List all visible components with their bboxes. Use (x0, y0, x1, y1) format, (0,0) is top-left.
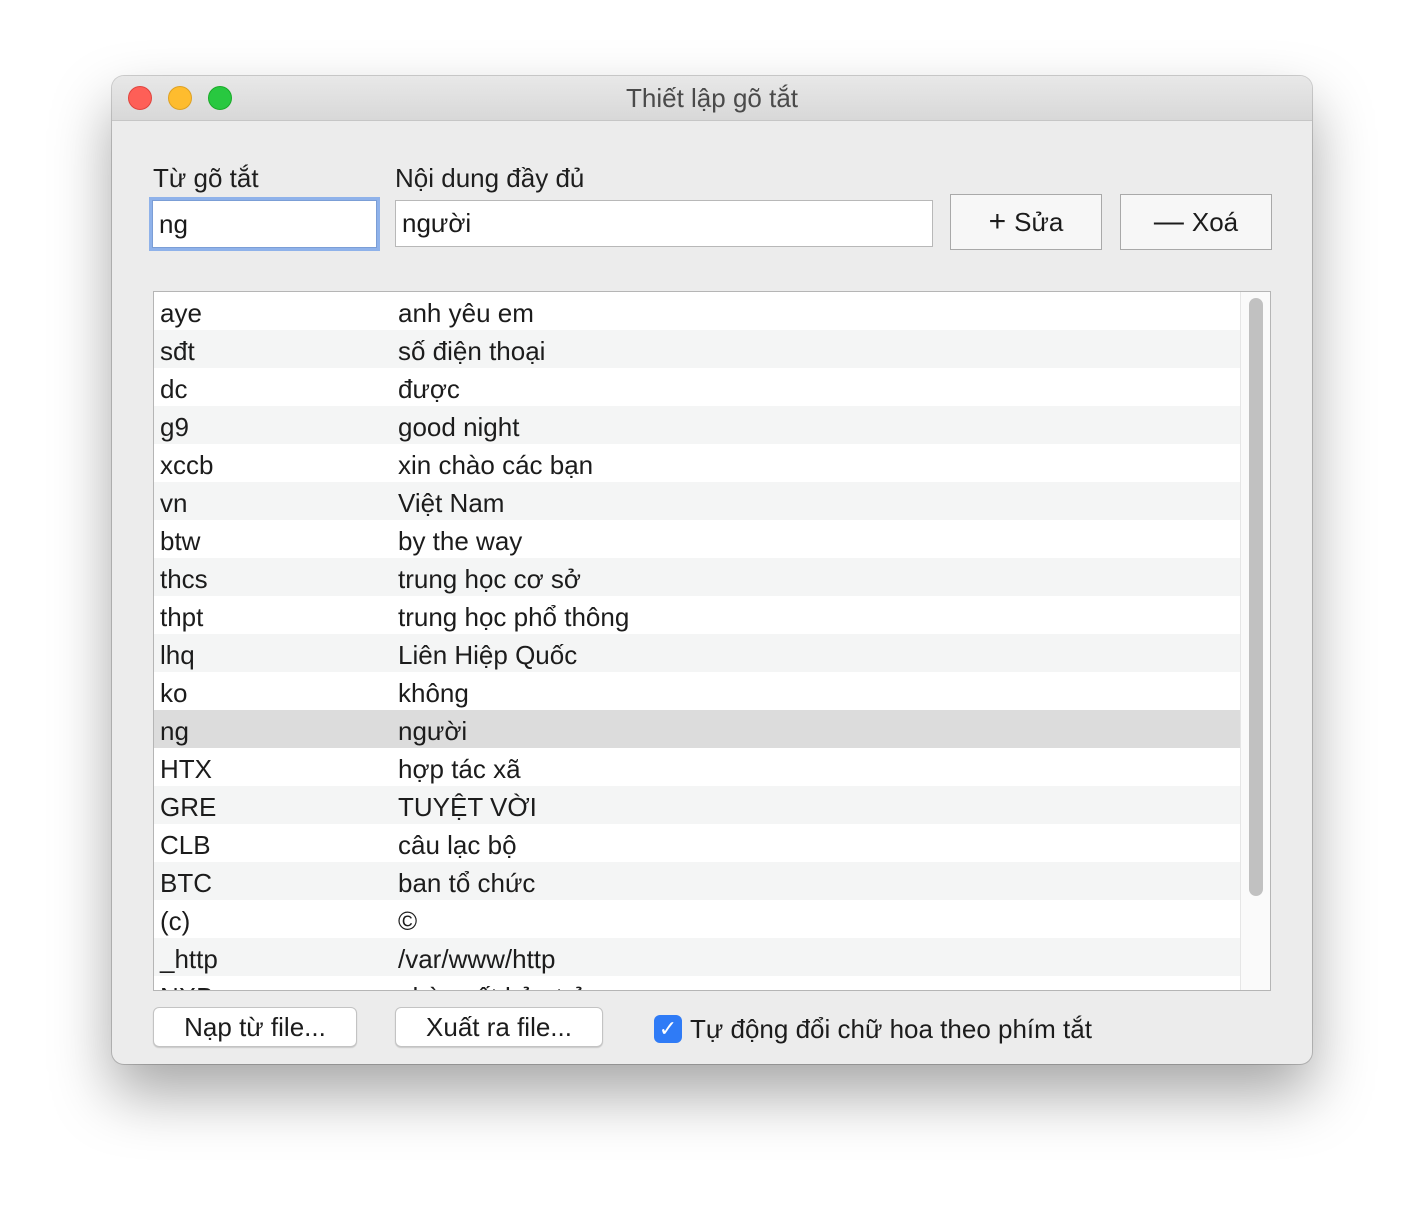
table-row[interactable]: btw by the way (154, 520, 1240, 558)
table-row[interactable]: HTX hợp tác xã (154, 748, 1240, 786)
full-content-cell: số điện thoại (398, 336, 546, 366)
full-content-cell: trung học cơ sở (398, 564, 581, 594)
table-row[interactable]: NXB nhà xuất bản trẻ (154, 976, 1240, 990)
delete-button-label: Xoá (1191, 206, 1239, 237)
content-label: Nội dung đầy đủ (395, 163, 585, 193)
shortcut-cell: thpt (160, 602, 204, 632)
shortcut-cell: HTX (160, 754, 212, 784)
table-row[interactable]: _http/var/www/http (154, 938, 1240, 976)
shortcut-cell: sđt (160, 336, 195, 366)
table-row[interactable]: CLB câu lạc bộ (154, 824, 1240, 862)
table-row[interactable]: BTC ban tổ chức (154, 862, 1240, 900)
full-content-cell: hợp tác xã (398, 754, 521, 784)
full-content-cell: TUYỆT VỜI (398, 792, 537, 822)
vertical-scrollbar[interactable] (1240, 292, 1270, 990)
table-row[interactable]: vn Việt Nam (154, 482, 1240, 520)
shortcut-cell: aye (160, 298, 202, 328)
shortcut-settings-window: Thiết lập gõ tắt Từ gõ tắt Nội dung đầy … (112, 76, 1312, 1064)
shortcut-cell: vn (160, 488, 188, 518)
content-input[interactable] (395, 200, 933, 247)
checkmark-icon: ✓ (658, 1016, 678, 1041)
import-from-file-button[interactable]: Nạp từ file... (153, 1007, 357, 1047)
scrollbar-thumb[interactable] (1249, 298, 1263, 896)
title-bar: Thiết lập gõ tắt (112, 76, 1312, 121)
minus-icon: — (1153, 205, 1184, 238)
window-title: Thiết lập gõ tắt (626, 83, 798, 113)
shortcut-cell: xccb (160, 450, 214, 480)
full-content-cell: /var/www/http (398, 944, 556, 974)
auto-caps-checkbox[interactable]: ✓ (654, 1015, 682, 1043)
shortcut-cell: ko (160, 678, 188, 708)
full-content-cell: © (398, 906, 418, 936)
full-content-cell: được (398, 374, 460, 404)
shortcut-label: Từ gõ tắt (153, 163, 259, 193)
shortcut-cell: (c) (160, 906, 191, 936)
table-row[interactable]: sđt số điện thoại (154, 330, 1240, 368)
shortcut-cell: thcs (160, 564, 208, 594)
table-row[interactable]: ng người (154, 710, 1240, 748)
full-content-cell: không (398, 678, 469, 708)
table-row[interactable]: dc được (154, 368, 1240, 406)
shortcut-cell: BTC (160, 868, 212, 898)
full-content-cell: trung học phổ thông (398, 602, 630, 632)
shortcut-table[interactable]: aye anh yêu em sđt số điện thoại dc được g9 goo… (153, 291, 1271, 991)
shortcut-cell: GRE (160, 792, 217, 822)
table-row[interactable]: aye anh yêu em (154, 292, 1240, 330)
shortcut-cell: NXB (160, 976, 213, 990)
full-content-cell: anh yêu em (398, 298, 534, 328)
full-content-cell: xin chào các bạn (398, 450, 594, 480)
shortcut-cell: CLB (160, 830, 211, 860)
full-content-cell: nhà xuất bản trẻ (398, 976, 586, 990)
auto-caps-label[interactable]: Tự động đổi chữ hoa theo phím tắt (690, 1012, 1092, 1046)
shortcut-cell: _http (160, 944, 218, 974)
shortcut-cell: lhq (160, 640, 195, 670)
edit-button-label: Sửa (1014, 206, 1064, 237)
full-content-cell: good night (398, 412, 520, 442)
plus-icon: + (988, 205, 1007, 238)
table-row[interactable]: GRE TUYỆT VỜI (154, 786, 1240, 824)
table-row[interactable]: thpt trung học phổ thông (154, 596, 1240, 634)
full-content-cell: câu lạc bộ (398, 830, 517, 860)
table-row[interactable]: xccb xin chào các bạn (154, 444, 1240, 482)
table-row[interactable]: ko không (154, 672, 1240, 710)
shortcut-input[interactable] (152, 200, 377, 248)
full-content-cell: ban tổ chức (398, 868, 536, 898)
shortcut-cell: g9 (160, 412, 189, 442)
delete-button[interactable]: — Xoá (1120, 194, 1272, 250)
table-row[interactable]: thcs trung học cơ sở (154, 558, 1240, 596)
shortcut-cell: ng (160, 716, 189, 746)
table-row[interactable]: (c) © (154, 900, 1240, 938)
table-row[interactable]: lhq Liên Hiệp Quốc (154, 634, 1240, 672)
shortcut-cell: btw (160, 526, 201, 556)
full-content-cell: Liên Hiệp Quốc (398, 640, 578, 670)
export-to-file-button[interactable]: Xuất ra file... (395, 1007, 603, 1047)
shortcut-rows: aye anh yêu em sđt số điện thoại dc được g9 goo… (154, 292, 1240, 990)
shortcut-cell: dc (160, 374, 188, 404)
table-row[interactable]: g9 good night (154, 406, 1240, 444)
full-content-cell: by the way (398, 526, 523, 556)
full-content-cell: Việt Nam (398, 488, 505, 518)
full-content-cell: người (398, 716, 468, 746)
edit-button[interactable]: + Sửa (950, 194, 1102, 250)
